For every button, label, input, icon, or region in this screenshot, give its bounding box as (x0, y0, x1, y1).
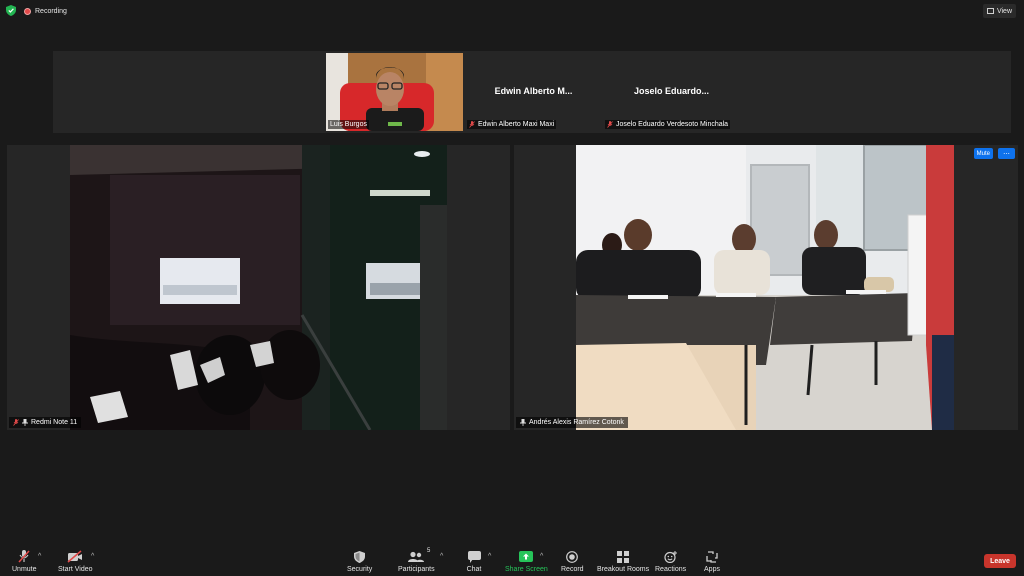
chat-options-chevron-icon[interactable]: ^ (488, 553, 491, 560)
chat-button[interactable]: Chat (466, 550, 482, 573)
start-video-label: Start Video (58, 566, 93, 573)
participant-name-label: Luis Burgos (328, 120, 369, 129)
apps-button[interactable]: Apps (704, 550, 720, 573)
record-label: Record (561, 566, 584, 573)
share-screen-label: Share Screen (505, 566, 548, 573)
participant-name: Joselo Eduardo Verdesoto Minchala (616, 121, 729, 128)
video-off-icon (67, 550, 83, 563)
mic-muted-icon (607, 121, 613, 128)
view-label: View (996, 7, 1012, 15)
participant-display-name: Edwin Alberto M... (494, 86, 573, 96)
tile-name: Redmi Note 11 (31, 419, 78, 426)
participant-name-label: Edwin Alberto Maxi Maxi (467, 120, 557, 129)
record-button[interactable]: Record (561, 550, 584, 573)
recording-label: Recording (35, 7, 67, 15)
breakout-rooms-icon (615, 550, 631, 563)
participants-icon: 5 (408, 548, 430, 563)
unmute-label: Unmute (12, 566, 37, 573)
security-label: Security (347, 566, 373, 573)
participant-name: Edwin Alberto Maxi Maxi (478, 121, 555, 128)
apps-label: Apps (704, 566, 720, 573)
mic-muted-icon (469, 121, 475, 128)
record-dot-icon (24, 7, 31, 15)
participants-label: Participants (398, 566, 435, 573)
share-screen-icon (518, 550, 534, 563)
participant-thumb[interactable]: Joselo Eduardo... Joselo Eduardo Verdeso… (603, 53, 740, 131)
breakout-rooms-label: Breakout Rooms (597, 566, 650, 573)
smiley-plus-icon (663, 550, 679, 563)
start-video-button[interactable]: Start Video (58, 550, 93, 573)
share-options-chevron-icon[interactable]: ^ (540, 553, 543, 560)
meeting-toolbar: Unmute ^ Start Video ^ Security 5 Partic… (0, 540, 1024, 576)
participant-name: Luis Burgos (330, 121, 367, 128)
security-button[interactable]: Security (347, 550, 372, 573)
audio-options-chevron-icon[interactable]: ^ (38, 553, 41, 560)
view-button[interactable]: View (982, 4, 1016, 18)
chat-label: Chat (466, 566, 482, 573)
participants-button[interactable]: 5 Participants (398, 548, 435, 573)
pin-icon (520, 419, 526, 426)
more-options-button[interactable]: ... (998, 148, 1015, 159)
tile-name-label: Andrés Alexis Ramírez Cotonk (516, 417, 628, 428)
grid-view-icon (986, 8, 994, 14)
apps-icon (704, 550, 720, 563)
record-icon (564, 550, 580, 563)
reactions-button[interactable]: Reactions (655, 550, 686, 573)
tile-name: Andrés Alexis Ramírez Cotonk (529, 419, 624, 426)
mic-muted-icon (16, 550, 32, 563)
mic-muted-icon (13, 419, 19, 426)
shield-icon[interactable] (6, 5, 16, 16)
participant-thumb[interactable]: Edwin Alberto M... Edwin Alberto Maxi Ma… (465, 53, 602, 131)
pin-icon (22, 419, 28, 426)
classroom-video-feed (576, 145, 954, 430)
chat-bubble-icon (466, 550, 482, 563)
breakout-rooms-button[interactable]: Breakout Rooms (597, 550, 649, 573)
unmute-button[interactable]: Unmute (12, 550, 37, 573)
shield-icon (352, 550, 368, 563)
reactions-label: Reactions (655, 566, 687, 573)
participants-count: 5 (426, 548, 431, 554)
gallery-strip: Luis Burgos Edwin Alberto M... Edwin Alb… (53, 51, 1011, 133)
participant-thumb-video[interactable]: Luis Burgos (326, 53, 463, 131)
recording-indicator[interactable]: Recording (24, 5, 67, 17)
tile-name-label: Redmi Note 11 (9, 417, 82, 428)
top-bar: Recording View (0, 0, 1024, 22)
mute-participant-button[interactable]: Mute (973, 148, 993, 159)
video-tile-left[interactable]: Redmi Note 11 (7, 145, 510, 430)
participant-display-name: Joselo Eduardo... (633, 86, 709, 96)
dark-room-video-feed (70, 145, 447, 430)
participants-options-chevron-icon[interactable]: ^ (440, 553, 443, 560)
leave-button[interactable]: Leave (984, 554, 1016, 568)
video-options-chevron-icon[interactable]: ^ (91, 553, 94, 560)
participant-name-label: Joselo Eduardo Verdesoto Minchala (605, 120, 731, 129)
video-tile-right[interactable]: Mute ... Andrés Alexis Ramírez Cotonk (514, 145, 1018, 430)
